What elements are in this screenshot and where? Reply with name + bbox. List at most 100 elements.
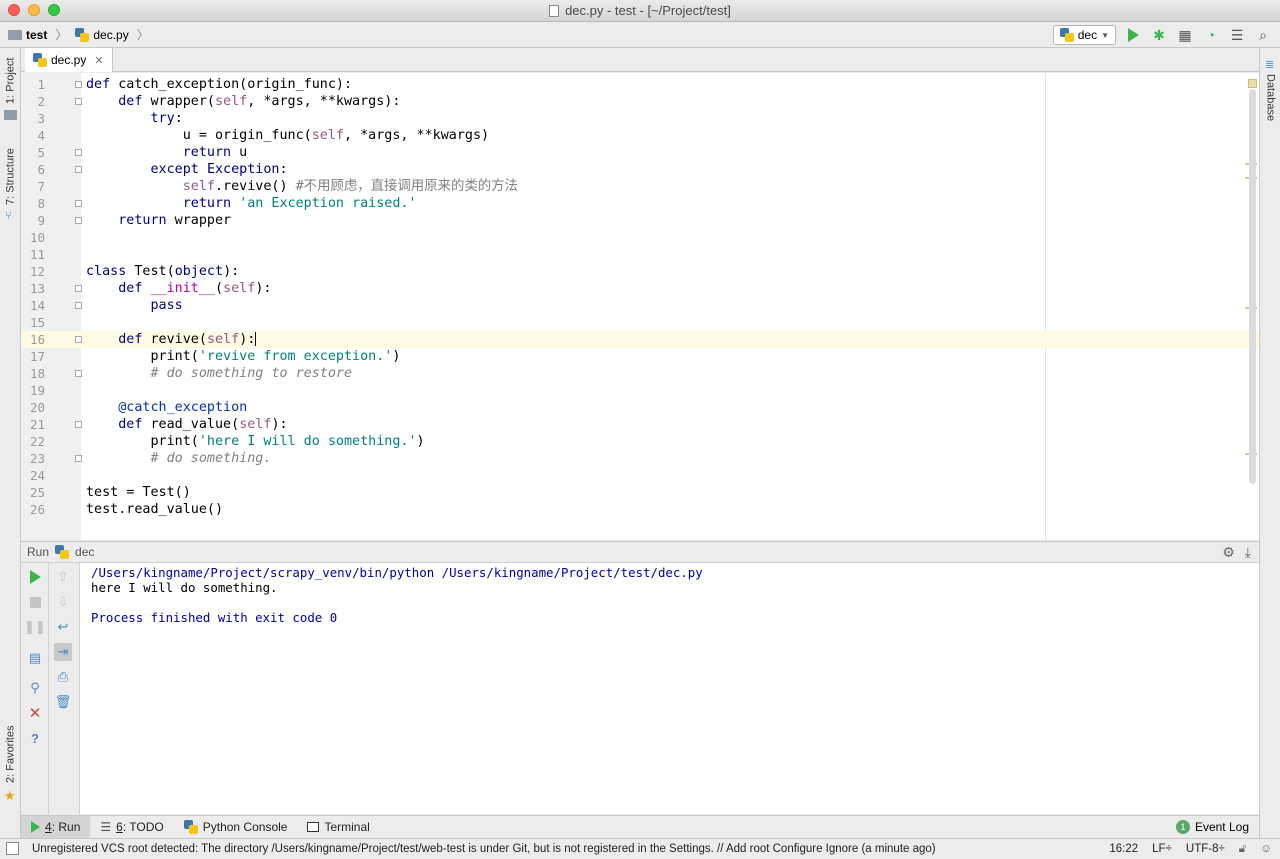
code-line[interactable]: 16 def revive(self): <box>21 331 1259 348</box>
inspector-icon[interactable]: ☺︎ <box>1260 843 1272 855</box>
soft-wrap-button[interactable]: ↩ <box>54 618 72 636</box>
code-line[interactable]: 20 @catch_exception <box>21 399 1259 416</box>
code-line[interactable]: 11 <box>21 246 1259 263</box>
run-config-select[interactable]: dec ▼ <box>1052 25 1116 45</box>
fold-marker-icon[interactable] <box>75 166 82 173</box>
tool-windows-toggle-icon[interactable] <box>6 842 19 855</box>
profile-button[interactable]: ◔ <box>1202 26 1220 44</box>
fold-marker-icon[interactable] <box>75 200 82 207</box>
code-line[interactable]: 10 <box>21 229 1259 246</box>
rerun-button[interactable] <box>26 568 44 586</box>
search-button[interactable]: ⌕ <box>1254 26 1272 44</box>
code-line[interactable]: 3 try: <box>21 110 1259 127</box>
run-toolbar-primary: ❚❚ ▤ ⚲ ✕ ? <box>21 563 49 814</box>
code-line[interactable]: 1 def catch_exception(origin_func): <box>21 76 1259 93</box>
pause-icon: ❚❚ <box>24 619 46 634</box>
code-text: print('revive from exception.') <box>86 349 401 364</box>
tab-todo[interactable]: ☰ 6: TODO <box>90 816 173 838</box>
database-tool-tab[interactable]: Database <box>1260 74 1280 129</box>
tab-python-console[interactable]: Python Console <box>174 816 298 838</box>
line-number: 8 <box>37 196 45 211</box>
wrap-icon: ↩ <box>57 619 69 634</box>
code-line[interactable]: 2 def wrapper(self, *args, **kwargs): <box>21 93 1259 110</box>
file-encoding[interactable]: UTF-8÷ <box>1186 843 1225 855</box>
code-line[interactable]: 14 pass <box>21 297 1259 314</box>
code-line[interactable]: 23 # do something. <box>21 450 1259 467</box>
scroll-up-button[interactable]: ⇧ <box>54 568 72 586</box>
gear-icon[interactable]: ⚙ <box>1222 544 1235 561</box>
line-number: 6 <box>37 162 45 177</box>
run-button[interactable] <box>1124 26 1142 44</box>
minimize-window-button[interactable] <box>28 4 40 16</box>
code-line[interactable]: 19 <box>21 382 1259 399</box>
editor-scrollbar[interactable] <box>1249 89 1256 484</box>
hide-panel-icon[interactable]: ⤓ <box>1245 544 1251 561</box>
tab-run[interactable]: 4: Run <box>21 815 91 838</box>
status-message[interactable]: Unregistered VCS root detected: The dire… <box>0 843 936 855</box>
code-editor[interactable]: 1 def catch_exception(origin_func): 2 def … <box>21 73 1259 540</box>
code-line[interactable]: 17 print('revive from exception.') <box>21 348 1259 365</box>
search-icon: ⌕ <box>1259 26 1267 43</box>
favorites-tool-tab[interactable]: 2: Favorites <box>0 722 21 786</box>
maximize-window-button[interactable] <box>48 4 60 16</box>
code-line[interactable]: 13 def __init__(self): <box>21 280 1259 297</box>
console-line: /Users/kingname/Project/scrapy_venv/bin/… <box>91 565 703 580</box>
fold-marker-icon[interactable] <box>75 370 82 377</box>
code-line[interactable]: 9 return wrapper <box>21 212 1259 229</box>
code-line[interactable]: 22 print('here I will do something.') <box>21 433 1259 450</box>
caret-position[interactable]: 16:22 <box>1109 843 1138 855</box>
bug-icon: ✱ <box>1153 26 1165 43</box>
coverage-button[interactable]: ▦ <box>1176 26 1194 44</box>
code-line[interactable]: 21 def read_value(self): <box>21 416 1259 433</box>
pin-tab-button[interactable]: ⚲ <box>26 679 44 697</box>
code-line[interactable]: 8 return 'an Exception raised.' <box>21 195 1259 212</box>
code-text: def read_value(self): <box>118 417 288 432</box>
fold-marker-icon[interactable] <box>75 455 82 462</box>
code-line[interactable]: 6 except Exception: <box>21 161 1259 178</box>
project-tool-tab[interactable]: 1: Project <box>0 56 21 106</box>
close-window-button[interactable] <box>8 4 20 16</box>
structure-tool-tab[interactable]: 7: Structure <box>0 146 21 208</box>
close-tab-icon[interactable]: ✕ <box>94 54 103 67</box>
fold-marker-icon[interactable] <box>75 149 82 156</box>
code-line[interactable]: 7 self.revive() #不用顾虑，直接调用原来的类的方法 <box>21 178 1259 195</box>
restore-layout-button[interactable]: ▤ <box>26 649 44 667</box>
print-button[interactable]: ⎙ <box>54 668 72 686</box>
fold-marker-icon[interactable] <box>75 421 82 428</box>
code-text: return 'an Exception raised.' <box>182 196 417 211</box>
fold-marker-icon[interactable] <box>75 302 82 309</box>
breadcrumb-file[interactable]: dec.py <box>93 28 128 42</box>
code-line[interactable]: 26 test.read_value() <box>21 501 1259 518</box>
stop-button[interactable] <box>26 593 44 611</box>
tab-dec-py[interactable]: dec.py ✕ <box>25 48 113 72</box>
scroll-down-button[interactable]: ⇩ <box>54 593 72 611</box>
code-line[interactable]: 25 test = Test() <box>21 484 1259 501</box>
debug-button[interactable]: ✱ <box>1150 26 1168 44</box>
lock-icon[interactable]: 🔓︎ <box>1239 843 1246 856</box>
fold-marker-icon[interactable] <box>75 285 82 292</box>
code-line[interactable]: 5 return u <box>21 144 1259 161</box>
code-line[interactable]: 4 u = origin_func(self, *args, **kwargs) <box>21 127 1259 144</box>
code-line[interactable]: 24 <box>21 467 1259 484</box>
tab-terminal[interactable]: Terminal <box>297 816 379 838</box>
run-console-output[interactable]: /Users/kingname/Project/scrapy_venv/bin/… <box>80 563 1259 814</box>
help-button[interactable]: ? <box>26 729 44 747</box>
clear-all-button[interactable]: 🗑 <box>54 693 72 711</box>
fold-marker-icon[interactable] <box>75 81 82 88</box>
close-run-button[interactable]: ✕ <box>26 704 44 722</box>
fold-marker-icon[interactable] <box>75 336 82 343</box>
run-config-tab[interactable]: dec <box>75 545 94 559</box>
fold-marker-icon[interactable] <box>75 98 82 105</box>
event-log-button[interactable]: 1 Event Log <box>1175 816 1249 838</box>
line-separator[interactable]: LF÷ <box>1152 843 1172 855</box>
pause-button[interactable]: ❚❚ <box>24 618 46 636</box>
code-line[interactable]: 12 class Test(object): <box>21 263 1259 280</box>
scroll-to-end-button[interactable]: ⇥ <box>54 643 72 661</box>
code-line[interactable]: 15 <box>21 314 1259 331</box>
run-list-button[interactable]: ☰ <box>1228 26 1246 44</box>
coverage-icon: ▦ <box>1178 26 1192 43</box>
fold-marker-icon[interactable] <box>75 217 82 224</box>
code-text: return u <box>182 145 248 160</box>
breadcrumb-project[interactable]: test <box>26 28 47 42</box>
code-line[interactable]: 18 # do something to restore <box>21 365 1259 382</box>
